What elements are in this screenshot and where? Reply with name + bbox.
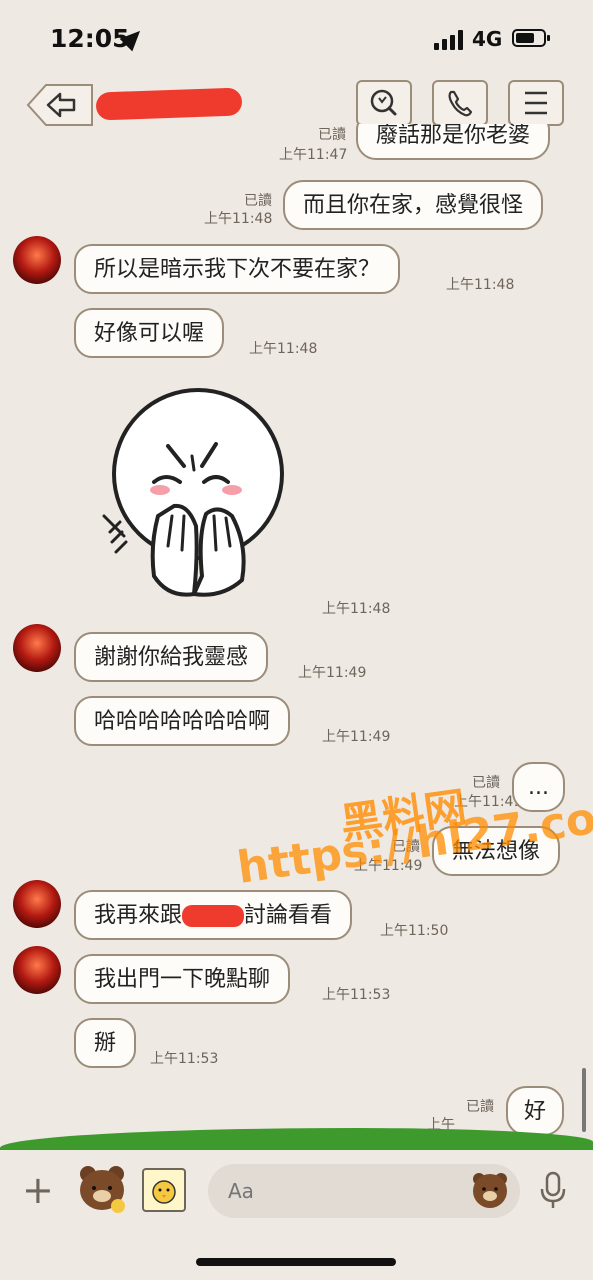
cellular-signal-icon <box>434 30 466 50</box>
home-indicator[interactable] <box>196 1258 396 1266</box>
menu-button[interactable] <box>508 80 564 126</box>
incoming-message[interactable]: 哈哈哈哈哈哈哈啊 <box>74 696 291 746</box>
avatar[interactable] <box>13 946 61 994</box>
incoming-message[interactable]: 我出門一下晚點聊 <box>74 954 291 1004</box>
avatar[interactable] <box>13 880 61 928</box>
phone-icon <box>448 90 473 117</box>
message-time: 上午11:47 <box>279 147 348 163</box>
network-type: 4G <box>472 27 503 51</box>
message-text-part: 我再來跟 <box>94 903 183 928</box>
search-button[interactable] <box>356 80 412 126</box>
incoming-message[interactable]: 掰 <box>74 1018 137 1068</box>
outgoing-message[interactable]: 好 <box>506 1086 565 1136</box>
clock: 12:05 <box>50 24 130 53</box>
message-time: 上午11:48 <box>446 277 515 293</box>
read-receipt: 已讀 <box>244 193 272 209</box>
emoji-bear-icon[interactable] <box>470 1170 510 1210</box>
battery-icon <box>512 29 550 47</box>
message-time: 上午11:50 <box>380 923 449 939</box>
read-receipt: 已讀 <box>466 1099 494 1115</box>
plus-icon[interactable]: + <box>22 1170 54 1210</box>
scrollbar[interactable] <box>582 1068 586 1132</box>
search-icon <box>370 89 397 116</box>
message-list[interactable]: 已讀 上午11:47 廢話那是你老婆 已讀 上午11:48 而且你在家，感覺很怪… <box>0 124 593 1150</box>
blushing-sticker[interactable] <box>98 386 294 602</box>
message-time: 上午11:48 <box>322 601 391 617</box>
sticker-bear-icon[interactable] <box>76 1162 128 1214</box>
message-time: 上午11:48 <box>249 341 318 357</box>
message-time: 上午11:48 <box>204 211 273 227</box>
message-time: 上午11:49 <box>298 665 367 681</box>
message-text-part: 討論看看 <box>244 903 333 928</box>
chick-icon <box>152 1180 176 1204</box>
outgoing-message[interactable]: 而且你在家，感覺很怪 <box>283 180 544 230</box>
redacted-name <box>182 905 245 927</box>
photo-sticker-icon[interactable] <box>142 1168 186 1212</box>
incoming-message[interactable]: 我再來跟 討論看看 <box>74 890 353 940</box>
read-receipt: 已讀 <box>472 775 500 791</box>
incoming-message[interactable]: 謝謝你給我靈感 <box>74 632 269 682</box>
input-bar: + <box>0 1150 593 1232</box>
avatar[interactable] <box>13 624 61 672</box>
message-time: 上午11:49 <box>322 729 391 745</box>
menu-icon <box>525 91 547 115</box>
redacted-contact-name <box>95 87 243 121</box>
call-button[interactable] <box>432 80 488 126</box>
read-receipt: 已讀 <box>318 127 346 143</box>
chat-screen: 12:05 4G 已讀 上午11:47 廢話那是你老婆 已讀 上午11:48 而… <box>0 0 593 1280</box>
incoming-message[interactable]: 好像可以喔 <box>74 308 225 358</box>
message-time: 上午11:53 <box>150 1051 219 1067</box>
status-bar: 12:05 4G <box>0 0 593 80</box>
back-icon <box>26 84 93 126</box>
incoming-message[interactable]: 所以是暗示我下次不要在家？ <box>74 244 401 294</box>
back-button[interactable] <box>26 82 94 128</box>
outgoing-message[interactable]: 廢話那是你老婆 <box>356 124 551 160</box>
microphone-icon[interactable] <box>538 1170 568 1210</box>
avatar[interactable] <box>13 236 61 284</box>
message-time: 上午11:53 <box>322 987 391 1003</box>
